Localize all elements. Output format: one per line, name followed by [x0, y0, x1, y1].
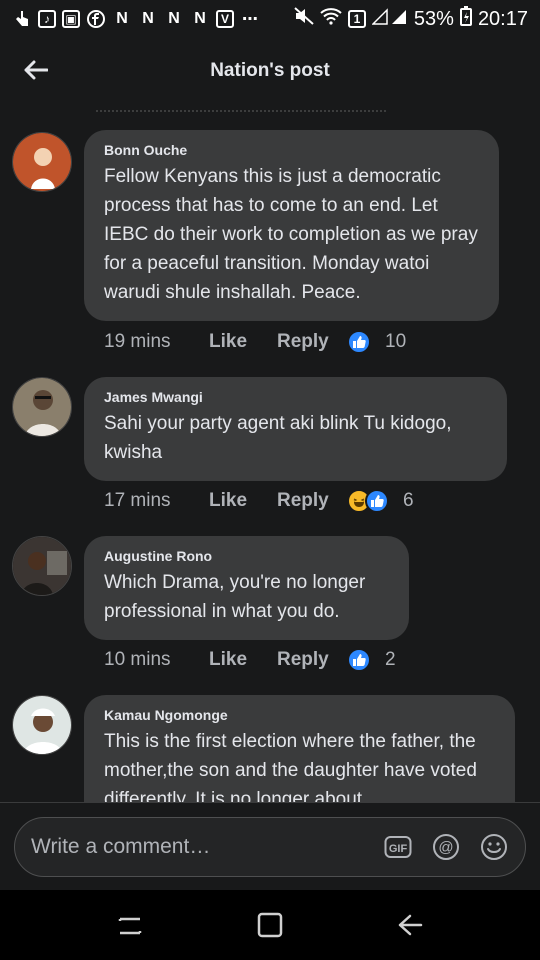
comment-author[interactable]: James Mwangi	[104, 389, 487, 405]
comment-actions: 19 mins Like Reply 10	[104, 330, 406, 354]
comment-text: This is the first election where the fat…	[104, 731, 477, 802]
comment-composer: GIF @	[0, 802, 540, 890]
back-arrow-icon	[24, 60, 48, 80]
avatar[interactable]	[12, 377, 72, 437]
comment-bubble[interactable]: Kamau Ngomonge This is the first electio…	[84, 695, 515, 802]
comment-input[interactable]	[31, 835, 365, 859]
battery-icon	[459, 6, 472, 32]
emoji-icon	[481, 834, 507, 860]
system-nav-bar	[0, 890, 540, 960]
comment-time[interactable]: 10 mins	[104, 649, 209, 671]
comment-author[interactable]: Kamau Ngomonge	[104, 707, 495, 723]
comment-bubble[interactable]: Augustine Rono Which Drama, you're no lo…	[84, 536, 409, 640]
comment-author[interactable]: Augustine Rono	[104, 548, 389, 564]
notification-icons: ♪ ▣ N N N N V ⋯	[12, 9, 294, 29]
comment-time[interactable]: 17 mins	[104, 490, 209, 512]
like-button[interactable]: Like	[209, 331, 277, 353]
comment-time[interactable]: 19 mins	[104, 331, 209, 353]
battery-percent: 53%	[413, 7, 454, 30]
comment-bubble[interactable]: Bonn Ouche Fellow Kenyans this is just a…	[84, 130, 499, 321]
facebook-icon	[86, 9, 106, 29]
reply-button[interactable]: Reply	[277, 331, 347, 353]
mention-button[interactable]: @	[431, 832, 461, 862]
like-button[interactable]: Like	[209, 490, 277, 512]
clock: 20:17	[477, 7, 528, 30]
sim-badge: 1	[347, 10, 366, 28]
comment-actions: 10 mins Like Reply 2	[104, 648, 396, 672]
photo-icon: ▣	[62, 10, 80, 28]
gif-button[interactable]: GIF	[383, 832, 413, 862]
mute-icon	[294, 7, 314, 31]
header: Nation's post	[0, 38, 540, 104]
comment-bubble[interactable]: James Mwangi Sahi your party agent aki b…	[84, 377, 507, 481]
reaction-summary[interactable]	[347, 489, 389, 513]
previous-comment-edge	[96, 104, 386, 112]
tiktok-icon: ♪	[38, 10, 56, 28]
status-bar: ♪ ▣ N N N N V ⋯ 1 53% 20:17	[0, 0, 540, 38]
comment-actions: 17 mins Like Reply 6	[104, 489, 414, 513]
nation-news-icon: N	[116, 10, 128, 27]
home-icon	[257, 912, 283, 938]
gif-icon: GIF	[389, 843, 408, 855]
reaction-count[interactable]: 10	[385, 331, 406, 353]
nation-news-icon: N	[194, 10, 206, 27]
home-button[interactable]	[250, 905, 290, 945]
vtv-icon: V	[216, 10, 234, 28]
avatar[interactable]	[12, 695, 72, 755]
emoji-button[interactable]	[479, 832, 509, 862]
comment-author[interactable]: Bonn Ouche	[104, 142, 479, 158]
recents-button[interactable]	[110, 905, 150, 945]
more-notifications-icon: ⋯	[242, 11, 258, 28]
comment-text: Fellow Kenyans this is just a democratic…	[104, 166, 478, 303]
reaction-count[interactable]: 2	[385, 649, 396, 671]
system-status: 1 53% 20:17	[294, 6, 528, 32]
like-reaction-icon	[347, 648, 371, 672]
avatar[interactable]	[12, 132, 72, 192]
touch-icon	[12, 9, 32, 29]
back-icon	[398, 914, 423, 936]
like-reaction-icon	[347, 330, 371, 354]
back-nav-button[interactable]	[390, 905, 430, 945]
wifi-icon	[320, 7, 342, 31]
page-title: Nation's post	[210, 60, 330, 81]
nation-news-icon: N	[142, 10, 154, 27]
recents-icon	[118, 917, 142, 935]
reaction-summary[interactable]	[347, 330, 371, 354]
comment-box: GIF @	[14, 817, 526, 877]
like-reaction-icon	[365, 489, 389, 513]
back-button[interactable]	[20, 54, 52, 86]
comment-list[interactable]: Bonn Ouche Fellow Kenyans this is just a…	[0, 104, 540, 802]
comment-text: Sahi your party agent aki blink Tu kidog…	[104, 413, 452, 463]
comment-text: Which Drama, you're no longer profession…	[104, 572, 366, 622]
avatar[interactable]	[12, 536, 72, 596]
like-button[interactable]: Like	[209, 649, 277, 671]
reaction-count[interactable]: 6	[403, 490, 414, 512]
mention-icon: @	[438, 839, 453, 856]
signal-icon	[371, 7, 408, 31]
reply-button[interactable]: Reply	[277, 649, 347, 671]
reply-button[interactable]: Reply	[277, 490, 347, 512]
nation-news-icon: N	[168, 10, 180, 27]
reaction-summary[interactable]	[347, 648, 371, 672]
